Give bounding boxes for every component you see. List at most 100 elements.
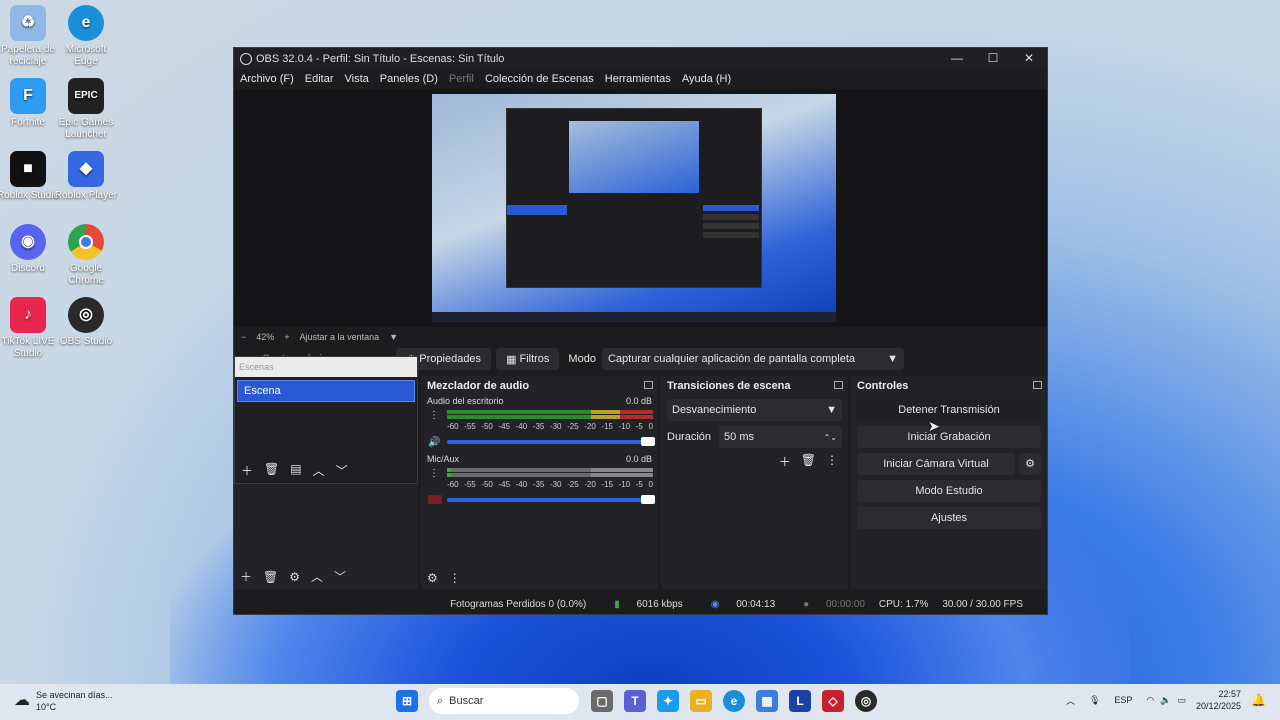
trash-icon[interactable]: 🗑 <box>801 453 816 470</box>
kebab-menu-icon[interactable]: ⋮ <box>429 468 439 479</box>
microphone-icon[interactable]: 🎙 <box>1089 695 1100 706</box>
desktop-icon-discord[interactable]: ◉ Discord <box>0 224 60 275</box>
add-icon[interactable]: ＋ <box>240 568 252 585</box>
mode-select[interactable]: Capturar cualquier aplicación de pantall… <box>601 348 904 370</box>
language-indicator[interactable]: ESP <box>1114 695 1132 705</box>
zoom-out-button[interactable]: − <box>241 332 246 342</box>
edge-icon[interactable]: e <box>723 690 745 712</box>
stream-time: ◉ 00:04:13 <box>710 598 776 610</box>
store-icon[interactable]: ▦ <box>756 690 778 712</box>
volume-slider[interactable] <box>447 495 655 504</box>
preview-canvas[interactable] <box>432 94 836 322</box>
taskbar-search[interactable]: ⌕ Buscar <box>429 688 579 714</box>
cpu-usage: CPU: 1.7% <box>878 598 929 610</box>
chevron-up-icon[interactable]: ︿ <box>1066 694 1075 707</box>
trash-icon[interactable]: 🗑 <box>264 462 279 479</box>
title-bar[interactable]: OBS 32.0.4 - Perfil: Sin Título - Escena… <box>234 48 1047 69</box>
weather-widget[interactable]: ☁ Se avecinan días... 10°C <box>14 689 113 713</box>
task-view-icon[interactable]: ▢ <box>591 690 613 712</box>
fit-window-button[interactable]: Ajustar a la ventana <box>300 332 380 342</box>
gear-icon[interactable]: ⚙ <box>289 570 300 584</box>
menu-paneles[interactable]: Paneles (D) <box>380 73 438 85</box>
close-icon[interactable]: ✕ <box>1011 48 1047 69</box>
desktop-icon-recycle-bin[interactable]: ♻ Papelera de reciclaje <box>0 5 60 68</box>
transition-select[interactable]: Desvanecimiento ▼ <box>667 399 842 421</box>
scenes-toolbar: ＋ 🗑 ▤ ︿ ﹀ <box>241 462 348 479</box>
desktop-icon-chrome[interactable]: Google Chrome <box>54 224 118 287</box>
volume-knob[interactable] <box>641 495 655 504</box>
desktop-icon-roblox-player[interactable]: ◆ Roblox Player <box>54 151 118 202</box>
add-icon[interactable]: ＋ <box>779 453 791 470</box>
desktop-icon-fortnite[interactable]: F Fortnite <box>0 78 60 129</box>
desktop-icon-obs[interactable]: ◎ OBS Studio <box>54 297 118 348</box>
window-controls: — ☐ ✕ <box>939 48 1047 69</box>
transition-toolbar: ＋ 🗑 ⋮ <box>661 453 848 470</box>
start-virtual-camera-button[interactable]: Iniciar Cámara Virtual <box>857 453 1015 475</box>
menu-perfil[interactable]: Perfil <box>449 73 474 85</box>
move-down-icon[interactable]: ﹀ <box>334 568 346 585</box>
popout-icon[interactable] <box>834 381 843 389</box>
file-explorer-icon[interactable]: ▭ <box>690 690 712 712</box>
filter-icon[interactable]: ▤ <box>290 462 301 479</box>
desktop-icon-tiktok[interactable]: ♪ TikTok LIVE Studio <box>0 297 60 360</box>
search-icon: ⌕ <box>437 694 444 707</box>
chrome-icon <box>68 224 104 260</box>
menu-coleccion[interactable]: Colección de Escenas <box>485 73 594 85</box>
record-time: ● 00:00:00 <box>803 598 865 610</box>
volume-knob[interactable] <box>641 437 655 446</box>
settings-button[interactable]: Ajustes <box>857 507 1041 529</box>
virtual-camera-settings-gear-icon[interactable]: ⚙ <box>1019 453 1041 475</box>
kebab-menu-icon[interactable]: ⋮ <box>826 453 838 470</box>
add-icon[interactable]: ＋ <box>241 462 253 479</box>
copilot-icon[interactable]: ✦ <box>657 690 679 712</box>
desktop-icon-edge[interactable]: e Microsoft Edge <box>54 5 118 68</box>
popout-icon[interactable] <box>1033 381 1042 389</box>
volume-slider[interactable] <box>447 437 655 446</box>
zoom-dropdown-icon[interactable]: ▼ <box>389 332 398 342</box>
menu-archivo[interactable]: Archivo (F) <box>240 73 294 85</box>
move-up-icon[interactable]: ︿ <box>313 462 325 479</box>
preview-area[interactable] <box>234 89 1047 327</box>
menu-herramientas[interactable]: Herramientas <box>605 73 671 85</box>
muted-mic-icon[interactable] <box>428 495 442 504</box>
maximize-icon[interactable]: ☐ <box>975 48 1011 69</box>
kebab-menu-icon[interactable]: ⋮ <box>429 410 439 421</box>
scenes-dock: Escenas Escena ＋ 🗑 ▤ ︿ ﹀ <box>234 356 418 484</box>
battery-icon[interactable]: ▭ <box>1177 695 1186 706</box>
level-meter <box>447 468 653 478</box>
wifi-icon[interactable]: ◠ <box>1146 695 1154 706</box>
move-up-icon[interactable]: ︿ <box>311 568 323 585</box>
notification-bell-icon[interactable]: 🔔 <box>1251 693 1266 707</box>
studio-mode-button[interactable]: Modo Estudio <box>857 480 1041 502</box>
speaker-icon[interactable]: 🔊 <box>428 437 440 448</box>
trash-icon[interactable]: 🗑 <box>263 570 278 584</box>
duration-spinbox[interactable]: 50 ms ⌃⌄ <box>719 426 842 448</box>
obs-icon[interactable]: ◎ <box>855 690 877 712</box>
desktop-icon-epic[interactable]: EPIC Epic Games Launcher <box>54 78 118 141</box>
menu-editar[interactable]: Editar <box>305 73 334 85</box>
popout-icon[interactable] <box>644 381 653 389</box>
volume-icon[interactable]: 🔈 <box>1160 695 1171 706</box>
nested-taskbar <box>432 312 836 322</box>
menu-ayuda[interactable]: Ayuda (H) <box>682 73 731 85</box>
stop-streaming-button[interactable]: Detener Transmisión <box>857 399 1041 421</box>
scene-item[interactable]: Escena <box>237 380 415 402</box>
kebab-menu-icon[interactable]: ⋮ <box>449 571 461 585</box>
advanced-audio-icon[interactable]: ⚙ <box>427 571 438 585</box>
meter-scale: -60 -55 -50 -45 -40 -35 -30 -25 -20 -15 -10 -5 0 <box>447 422 653 431</box>
clock[interactable]: 22:57 20/12/2025 <box>1196 688 1241 712</box>
start-recording-button[interactable]: Iniciar Grabación <box>857 426 1041 448</box>
l-app-icon[interactable]: L <box>789 690 811 712</box>
minimize-icon[interactable]: — <box>939 48 975 69</box>
start-windows-icon[interactable]: ⊞ <box>396 690 418 712</box>
teams-icon[interactable]: T <box>624 690 646 712</box>
move-down-icon[interactable]: ﹀ <box>336 462 348 479</box>
filters-button[interactable]: ▦ Filtros <box>496 348 560 370</box>
menu-vista[interactable]: Vista <box>345 73 369 85</box>
shield-icon[interactable]: ◇ <box>822 690 844 712</box>
spinner-arrows-icon[interactable]: ⌃⌄ <box>824 433 837 442</box>
zoom-in-button[interactable]: + <box>284 332 289 342</box>
signal-bars-icon: ▮ <box>614 598 620 610</box>
desktop-icon-roblox-studio[interactable]: ■ Roblox Studio <box>0 151 60 202</box>
fortnite-icon: F <box>10 78 46 114</box>
